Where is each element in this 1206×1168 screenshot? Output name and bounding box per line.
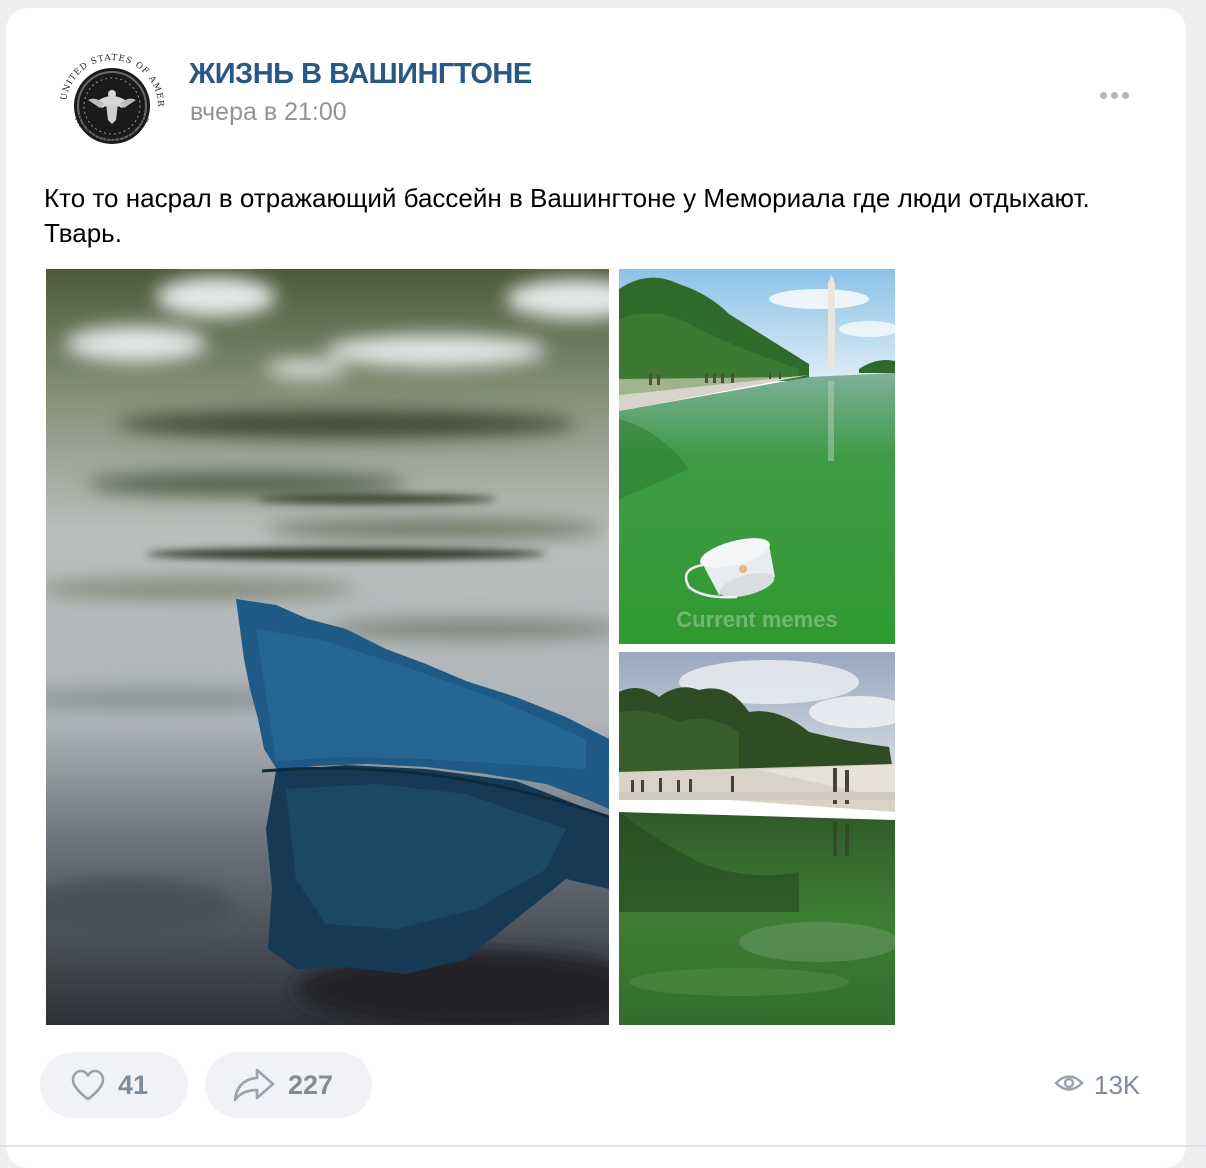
share-button[interactable]: 227 xyxy=(205,1052,372,1118)
likes-count: 41 xyxy=(118,1069,149,1100)
blue-object-in-water-photo[interactable] xyxy=(46,269,609,1025)
divider xyxy=(0,1145,1206,1147)
post-timestamp[interactable]: вчера в 21:00 xyxy=(190,98,347,127)
green-pool-with-cup-photo[interactable]: Current memes xyxy=(619,269,895,644)
more-dots-icon[interactable] xyxy=(1093,84,1135,106)
eye-icon xyxy=(1054,1072,1084,1099)
green-pool-with-people-photo[interactable] xyxy=(619,652,895,1025)
watermark-text: Current memes xyxy=(676,607,837,632)
shares-count: 227 xyxy=(288,1069,334,1100)
group-name-link[interactable]: ЖИЗНЬ В ВАШИНГТОНЕ xyxy=(189,58,532,91)
like-button[interactable]: 41 xyxy=(40,1052,188,1118)
post-text: Кто то насрал в отражающий бассейн в Ваш… xyxy=(44,183,1090,248)
group-avatar[interactable]: THE UNITED STATES OF AMERICA WASHINGTON … xyxy=(43,35,176,170)
heart-icon xyxy=(70,1069,106,1101)
views-count: 13K xyxy=(1094,1070,1141,1100)
views-counter: 13K xyxy=(1054,1070,1140,1101)
seal-logo-icon: THE UNITED STATES OF AMERICA WASHINGTON … xyxy=(43,35,174,168)
share-arrow-icon xyxy=(232,1067,276,1103)
